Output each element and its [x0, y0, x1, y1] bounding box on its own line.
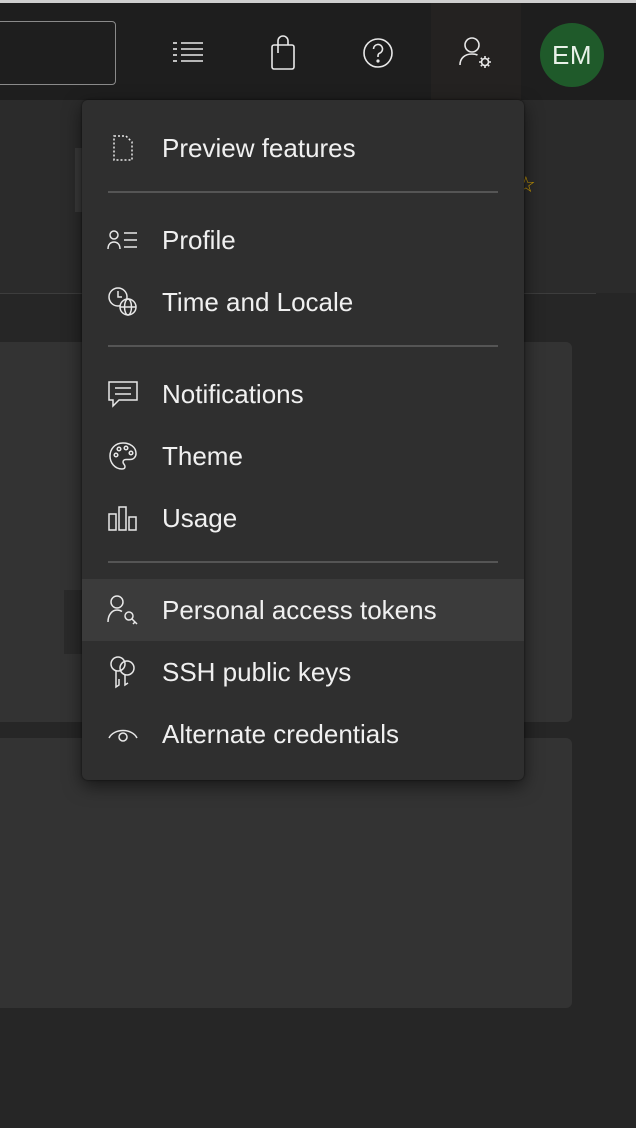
menu-item-preview-features[interactable]: Preview features	[82, 117, 524, 179]
menu-item-time-and-locale[interactable]: Time and Locale	[82, 271, 524, 333]
top-bar: EM	[0, 0, 636, 103]
menu-item-label: SSH public keys	[162, 656, 352, 687]
menu-item-alternate-credentials[interactable]: Alternate credentials	[82, 703, 524, 765]
menu-item-profile[interactable]: Profile	[82, 209, 524, 271]
user-settings-icon[interactable]	[450, 27, 502, 79]
keys-icon	[106, 655, 140, 689]
eye-icon	[106, 717, 140, 751]
notifications-icon	[106, 377, 140, 411]
page: ☆ EM Preview features Profile Time and L…	[0, 0, 636, 1128]
menu-item-usage[interactable]: Usage	[82, 487, 524, 549]
menu-item-label: Profile	[162, 224, 236, 255]
background-element	[64, 590, 84, 654]
avatar[interactable]: EM	[540, 23, 604, 87]
menu-item-ssh-public-keys[interactable]: SSH public keys	[82, 641, 524, 703]
theme-icon	[106, 439, 140, 473]
preview-icon	[106, 131, 140, 165]
menu-item-label: Notifications	[162, 378, 304, 409]
shopping-bag-icon[interactable]	[257, 27, 309, 79]
key-user-icon	[106, 593, 140, 627]
list-icon[interactable]	[162, 27, 214, 79]
usage-icon	[106, 501, 140, 535]
menu-item-label: Preview features	[162, 132, 356, 163]
avatar-initials: EM	[552, 39, 592, 70]
menu-item-notifications[interactable]: Notifications	[82, 363, 524, 425]
menu-item-label: Usage	[162, 502, 238, 533]
menu-item-label: Personal access tokens	[162, 594, 437, 625]
menu-item-label: Alternate credentials	[162, 718, 400, 749]
user-settings-menu: Preview features Profile Time and Locale…	[82, 100, 524, 780]
time-locale-icon	[106, 285, 140, 319]
menu-separator	[108, 345, 498, 347]
menu-item-label: Theme	[162, 440, 243, 471]
search-input[interactable]	[0, 21, 116, 85]
menu-item-label: Time and Locale	[162, 286, 354, 317]
menu-item-personal-access-tokens[interactable]: Personal access tokens	[82, 579, 524, 641]
help-icon[interactable]	[352, 27, 404, 79]
menu-separator	[108, 191, 498, 193]
menu-separator	[108, 561, 498, 563]
menu-item-theme[interactable]: Theme	[82, 425, 524, 487]
profile-icon	[106, 223, 140, 257]
